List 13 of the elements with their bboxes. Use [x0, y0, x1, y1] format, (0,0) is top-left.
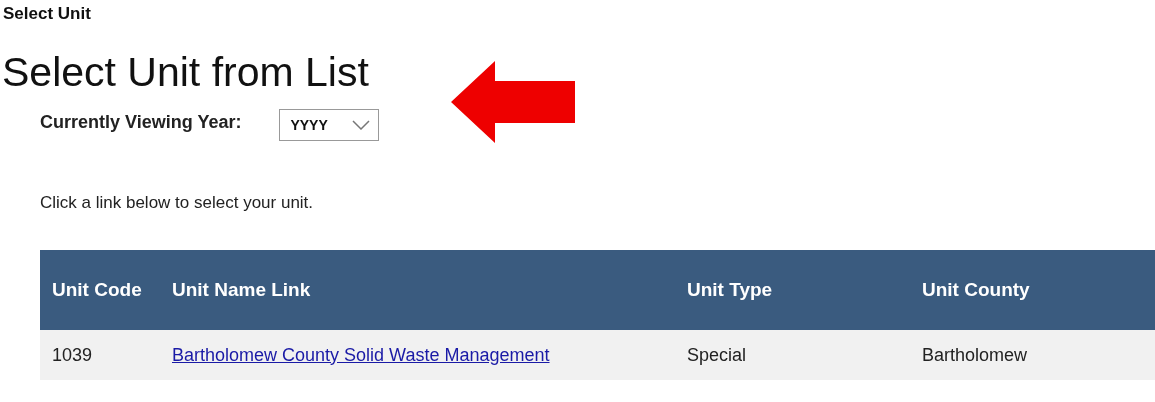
table-cell: Bartholomew [910, 330, 1155, 380]
year-label: Currently Viewing Year: [40, 111, 242, 133]
year-dropdown[interactable]: YYYY [279, 109, 380, 141]
column-header: Unit County [910, 250, 1155, 330]
chevron-icon [352, 120, 371, 130]
table-cell: Special [675, 330, 910, 380]
page-heading: Select Unit from List [2, 52, 370, 93]
column-header: Unit Code [40, 250, 160, 330]
column-header: Unit Type [675, 250, 910, 330]
column-header: Unit Name Link [160, 250, 675, 330]
breadcrumb: Select Unit [2, 3, 92, 24]
table-cell: 1039 [40, 330, 160, 380]
instruction-text: Click a link below to select your unit. [40, 193, 315, 213]
